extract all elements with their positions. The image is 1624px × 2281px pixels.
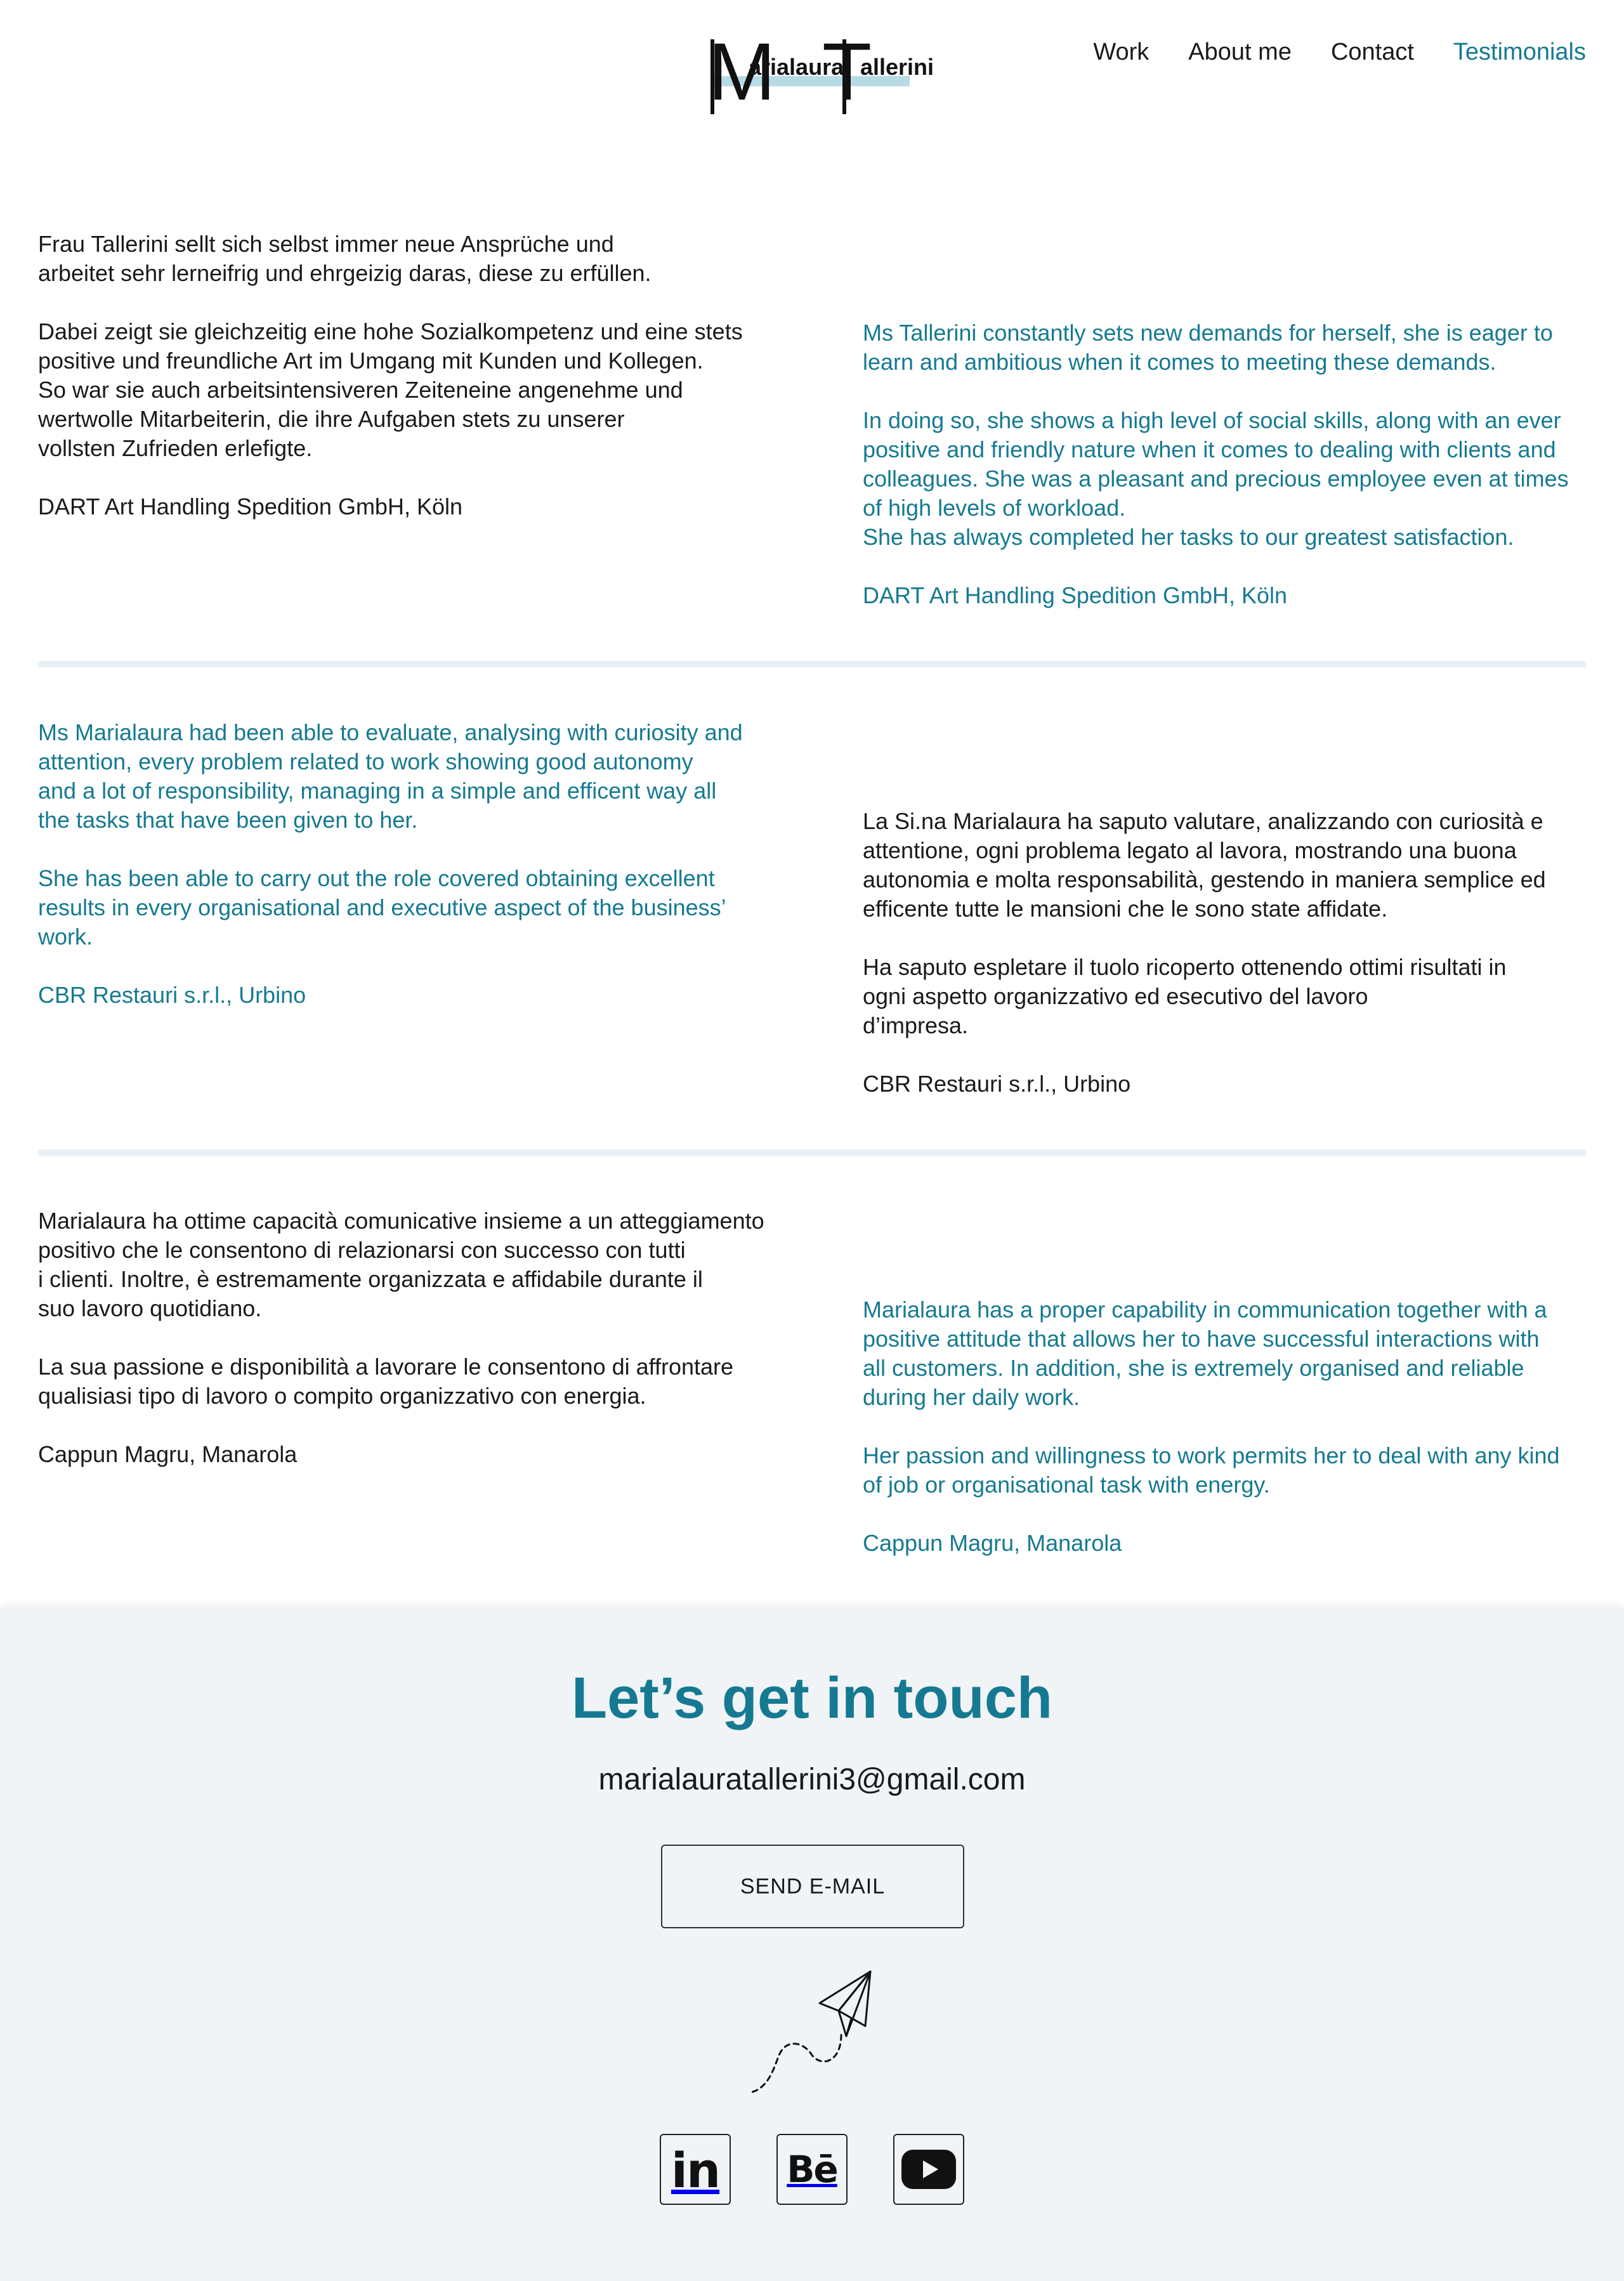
youtube-play-icon: [901, 2150, 956, 2189]
paper-plane-icon: [751, 1970, 872, 2093]
testimonial-3: Marialaura ha ottime capacità comunicati…: [38, 1206, 1586, 1600]
testimonial-2-english: Ms Marialaura had been able to evaluate,…: [38, 719, 743, 1008]
behance-icon[interactable]: Bē: [776, 2134, 848, 2205]
testimonial-1: Frau Tallerini sellt sich selbst immer n…: [38, 230, 1586, 623]
contact-title: Let’s get in touch: [571, 1666, 1053, 1730]
main-nav: Work About me Contact Testimonials: [1093, 37, 1586, 67]
site-logo[interactable]: M arialaura T allerini: [708, 32, 934, 115]
testimonial-2-italian: La Si.na Marialaura ha saputo valutare, …: [863, 808, 1546, 1097]
behance-label: Bē: [787, 2148, 839, 2191]
nav-item-contact[interactable]: Contact: [1331, 37, 1414, 67]
testimonial-2: Ms Marialaura had been able to evaluate,…: [38, 718, 1586, 1111]
section-divider-1: [38, 661, 1586, 667]
youtube-icon[interactable]: [893, 2134, 964, 2205]
nav-item-testimonials[interactable]: Testimonials: [1453, 37, 1586, 67]
testimonial-3-italian: Marialaura ha ottime capacità comunicati…: [38, 1208, 764, 1467]
contact-email[interactable]: marialauratallerini3@gmail.com: [0, 1761, 1624, 1799]
linkedin-label: in: [671, 2142, 721, 2199]
site-header: M arialaura T allerini Work About me Con…: [0, 0, 1624, 127]
logo-last-name: allerini: [860, 54, 934, 80]
nav-item-work[interactable]: Work: [1093, 37, 1149, 67]
social-links: in Bē: [660, 2134, 964, 2205]
send-email-button[interactable]: SEND E-MAIL: [661, 1845, 964, 1928]
section-divider-2: [38, 1149, 1586, 1156]
contact-footer: Let’s get in touch marialauratallerini3@…: [0, 1607, 1624, 2281]
linkedin-icon[interactable]: in: [660, 2134, 731, 2205]
testimonial-3-english: Marialaura has a proper capability in co…: [863, 1297, 1560, 1556]
testimonial-1-german: Frau Tallerini sellt sich selbst immer n…: [38, 231, 743, 520]
nav-item-about-me[interactable]: About me: [1188, 37, 1292, 67]
testimonial-1-english: Ms Tallerini constantly sets new demands…: [863, 320, 1569, 608]
